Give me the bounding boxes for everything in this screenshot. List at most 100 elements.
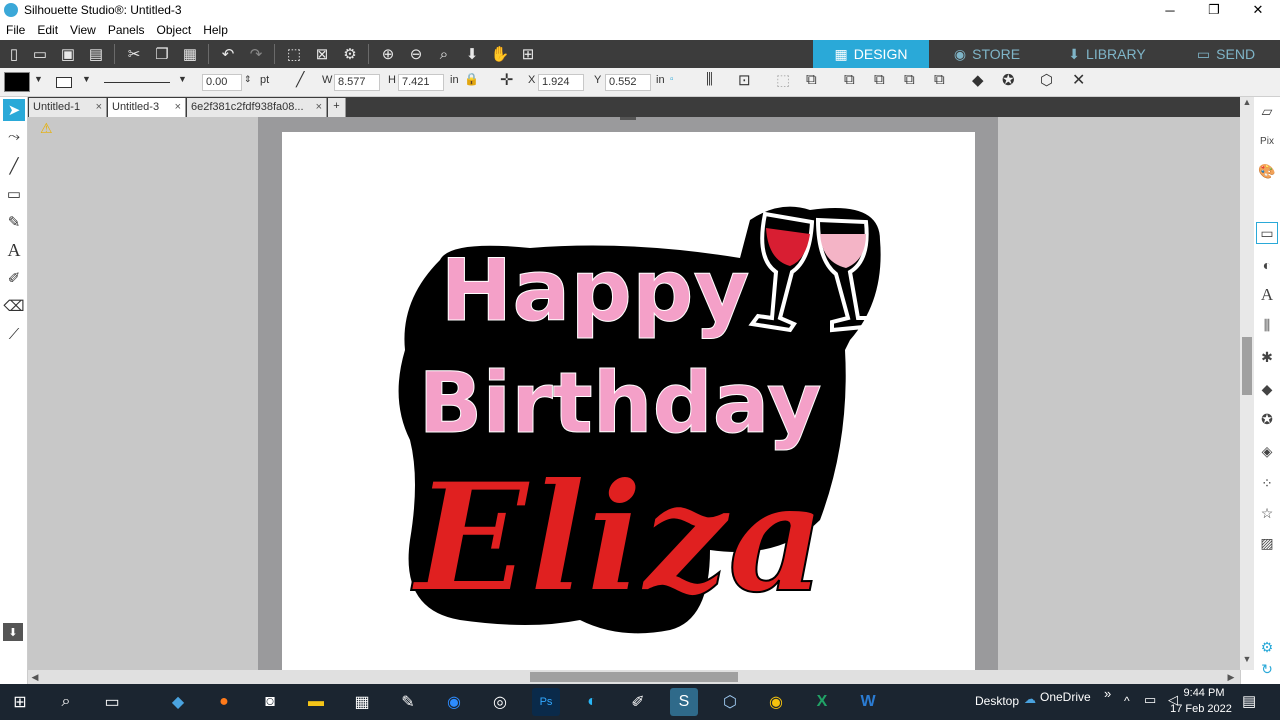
settings-gear-icon[interactable]: ⚙ — [1256, 636, 1278, 658]
sketch-panel-icon[interactable]: ▨ — [1256, 532, 1278, 554]
search-icon[interactable]: ⌕ — [52, 688, 80, 716]
send-backward-icon[interactable]: ⧉ — [904, 71, 915, 88]
knife-tool-icon[interactable]: ⟋ — [3, 323, 25, 345]
horizontal-scrollbar[interactable]: ◀ ▶ — [28, 670, 1240, 684]
line-tool-icon[interactable]: ╱ — [3, 155, 25, 177]
zoom-in-icon[interactable]: ⊕ — [378, 44, 398, 64]
text-panel-icon[interactable]: A — [1256, 284, 1278, 306]
excel-icon[interactable]: X — [808, 688, 836, 716]
zoom-fit-icon[interactable]: ⊞ — [518, 44, 538, 64]
task-view-icon[interactable]: ▭ — [98, 688, 126, 716]
ungroup-icon[interactable]: ⧉ — [806, 71, 817, 88]
3d-box-icon[interactable]: ⬡ — [1040, 71, 1053, 89]
select-all-icon[interactable]: ⬚ — [284, 44, 304, 64]
menu-help[interactable]: Help — [197, 23, 234, 37]
refresh-icon[interactable]: ↻ — [1256, 658, 1278, 680]
windows-start-icon[interactable]: ⊞ — [6, 688, 34, 716]
cut-icon[interactable]: ✂ — [124, 44, 144, 64]
camera-icon[interactable]: ◙ — [256, 688, 284, 716]
menu-edit[interactable]: Edit — [31, 23, 64, 37]
close-tab-icon[interactable]: × — [316, 101, 322, 113]
network-icon[interactable]: ▭ — [1144, 692, 1156, 708]
lock-aspect-icon[interactable]: 🔒 — [464, 72, 479, 86]
maximize-button[interactable]: ❐ — [1192, 0, 1236, 20]
tray-overflow-icon[interactable]: ^ — [1124, 694, 1130, 708]
desktop-toolbar-label[interactable]: Desktop — [975, 694, 1019, 708]
onedrive-label[interactable]: OneDrive — [1040, 690, 1091, 704]
weld-icon[interactable]: ◆ — [972, 71, 984, 89]
paste-icon[interactable]: ▦ — [180, 44, 200, 64]
line-style-preview[interactable] — [104, 82, 170, 83]
fill-dropdown-icon[interactable]: ▼ — [34, 74, 43, 84]
3d-viewer-icon[interactable]: ⬡ — [716, 688, 744, 716]
close-tab-icon[interactable]: × — [175, 101, 181, 113]
sketch-tool-icon[interactable]: ✐ — [3, 267, 25, 289]
menu-file[interactable]: File — [0, 23, 31, 37]
transform-panel-icon[interactable]: ✱ — [1256, 346, 1278, 368]
gradient-panel-icon[interactable]: ▭ — [1256, 222, 1278, 244]
doc-tab-untitled-1[interactable]: Untitled-1 × — [29, 98, 107, 117]
line-width-input[interactable]: 0.00 — [202, 74, 242, 91]
word-icon[interactable]: W — [854, 688, 882, 716]
clock-time[interactable]: 9:44 PM — [1176, 687, 1232, 699]
firefox-icon[interactable]: ● — [210, 688, 238, 716]
star-panel-icon[interactable]: ☆ — [1256, 502, 1278, 524]
file-explorer-icon[interactable]: ▬ — [302, 688, 330, 716]
new-tab-button[interactable]: + — [328, 98, 346, 117]
eraser-tool-icon[interactable]: ⌫ — [3, 295, 25, 317]
zoom-app-icon[interactable]: ◉ — [440, 688, 468, 716]
bring-forward-icon[interactable]: ⧉ — [874, 71, 885, 88]
rectangle-tool-icon[interactable]: ▭ — [3, 183, 25, 205]
dot-pattern-icon[interactable]: ⁘ — [1256, 472, 1278, 494]
copy-icon[interactable]: ❐ — [152, 44, 172, 64]
pencil-tool-icon[interactable]: ✎ — [3, 211, 25, 233]
new-file-icon[interactable]: ▯ — [4, 44, 24, 64]
doc-tab-untitled-3[interactable]: Untitled-3 × — [108, 98, 186, 117]
undo-icon[interactable]: ↶ — [218, 44, 238, 64]
open-folder-icon[interactable]: ▭ — [30, 44, 50, 64]
trace-panel-icon[interactable]: ◈ — [1256, 440, 1278, 462]
fill-panel-icon[interactable]: 🎨 — [1256, 160, 1278, 182]
y-position-input[interactable]: 0.552 — [605, 74, 651, 91]
point-edit-tool-icon[interactable]: ⤳ — [3, 125, 25, 147]
release-x-icon[interactable]: ✕ — [1072, 70, 1085, 90]
clock-date[interactable]: 17 Feb 2022 — [1168, 703, 1234, 715]
contrast-panel-icon[interactable]: ◐ — [1256, 254, 1278, 276]
onedrive-cloud-icon[interactable]: ☁ — [1024, 692, 1036, 706]
tab-send[interactable]: ▭ SEND — [1172, 40, 1280, 68]
align-panel-icon[interactable]: ⫼ — [1256, 314, 1278, 336]
pan-hand-icon[interactable]: ✋ — [490, 44, 510, 64]
tab-design[interactable]: ▦ DESIGN — [813, 40, 929, 68]
close-button[interactable]: ✕ — [1236, 0, 1280, 20]
zoom-out-icon[interactable]: ⊖ — [406, 44, 426, 64]
taskbar-app-icon[interactable]: ◆ — [164, 688, 192, 716]
center-to-page-icon[interactable]: ⊡ — [738, 71, 751, 89]
redo-icon[interactable]: ↷ — [246, 44, 266, 64]
group-icon[interactable]: ⬚ — [776, 71, 790, 89]
tab-library[interactable]: ⬇ LIBRARY — [1046, 40, 1168, 68]
scroll-left-icon[interactable]: ◀ — [28, 670, 42, 684]
modify-panel-icon[interactable]: ◆ — [1256, 378, 1278, 400]
scroll-right-icon[interactable]: ▶ — [1224, 670, 1238, 684]
tab-store[interactable]: ◉ STORE — [934, 40, 1040, 68]
calculator-icon[interactable]: ▦ — [348, 688, 376, 716]
obs-icon[interactable]: ◎ — [486, 688, 514, 716]
notification-icon[interactable]: ▤ — [1242, 692, 1256, 710]
save-icon[interactable]: ▣ — [58, 44, 78, 64]
pixscan-icon[interactable]: Pix — [1256, 130, 1278, 152]
align-icon[interactable]: ⫼ — [706, 71, 713, 88]
text-tool-icon[interactable]: A — [3, 239, 25, 261]
line-style-dropdown-icon[interactable]: ▼ — [178, 74, 187, 84]
toolbar-expand-icon[interactable]: » — [1104, 686, 1111, 701]
x-position-input[interactable]: 1.924 — [538, 74, 584, 91]
fill-color-swatch[interactable] — [4, 72, 30, 92]
photoshop-icon[interactable]: Ps — [532, 688, 560, 716]
zoom-select-icon[interactable]: ⌕ — [434, 44, 454, 64]
vertical-scroll-thumb[interactable] — [1242, 337, 1252, 395]
minimize-button[interactable]: ─ — [1148, 0, 1192, 20]
cake-topper-design[interactable]: Happy Birthday Eliza — [380, 200, 900, 640]
line-color-dropdown-icon[interactable]: ▼ — [82, 74, 91, 84]
select-by-color-icon[interactable]: ⚙ — [340, 44, 360, 64]
height-input[interactable]: 7.421 — [398, 74, 444, 91]
scroll-down-icon[interactable]: ▼ — [1240, 654, 1254, 668]
